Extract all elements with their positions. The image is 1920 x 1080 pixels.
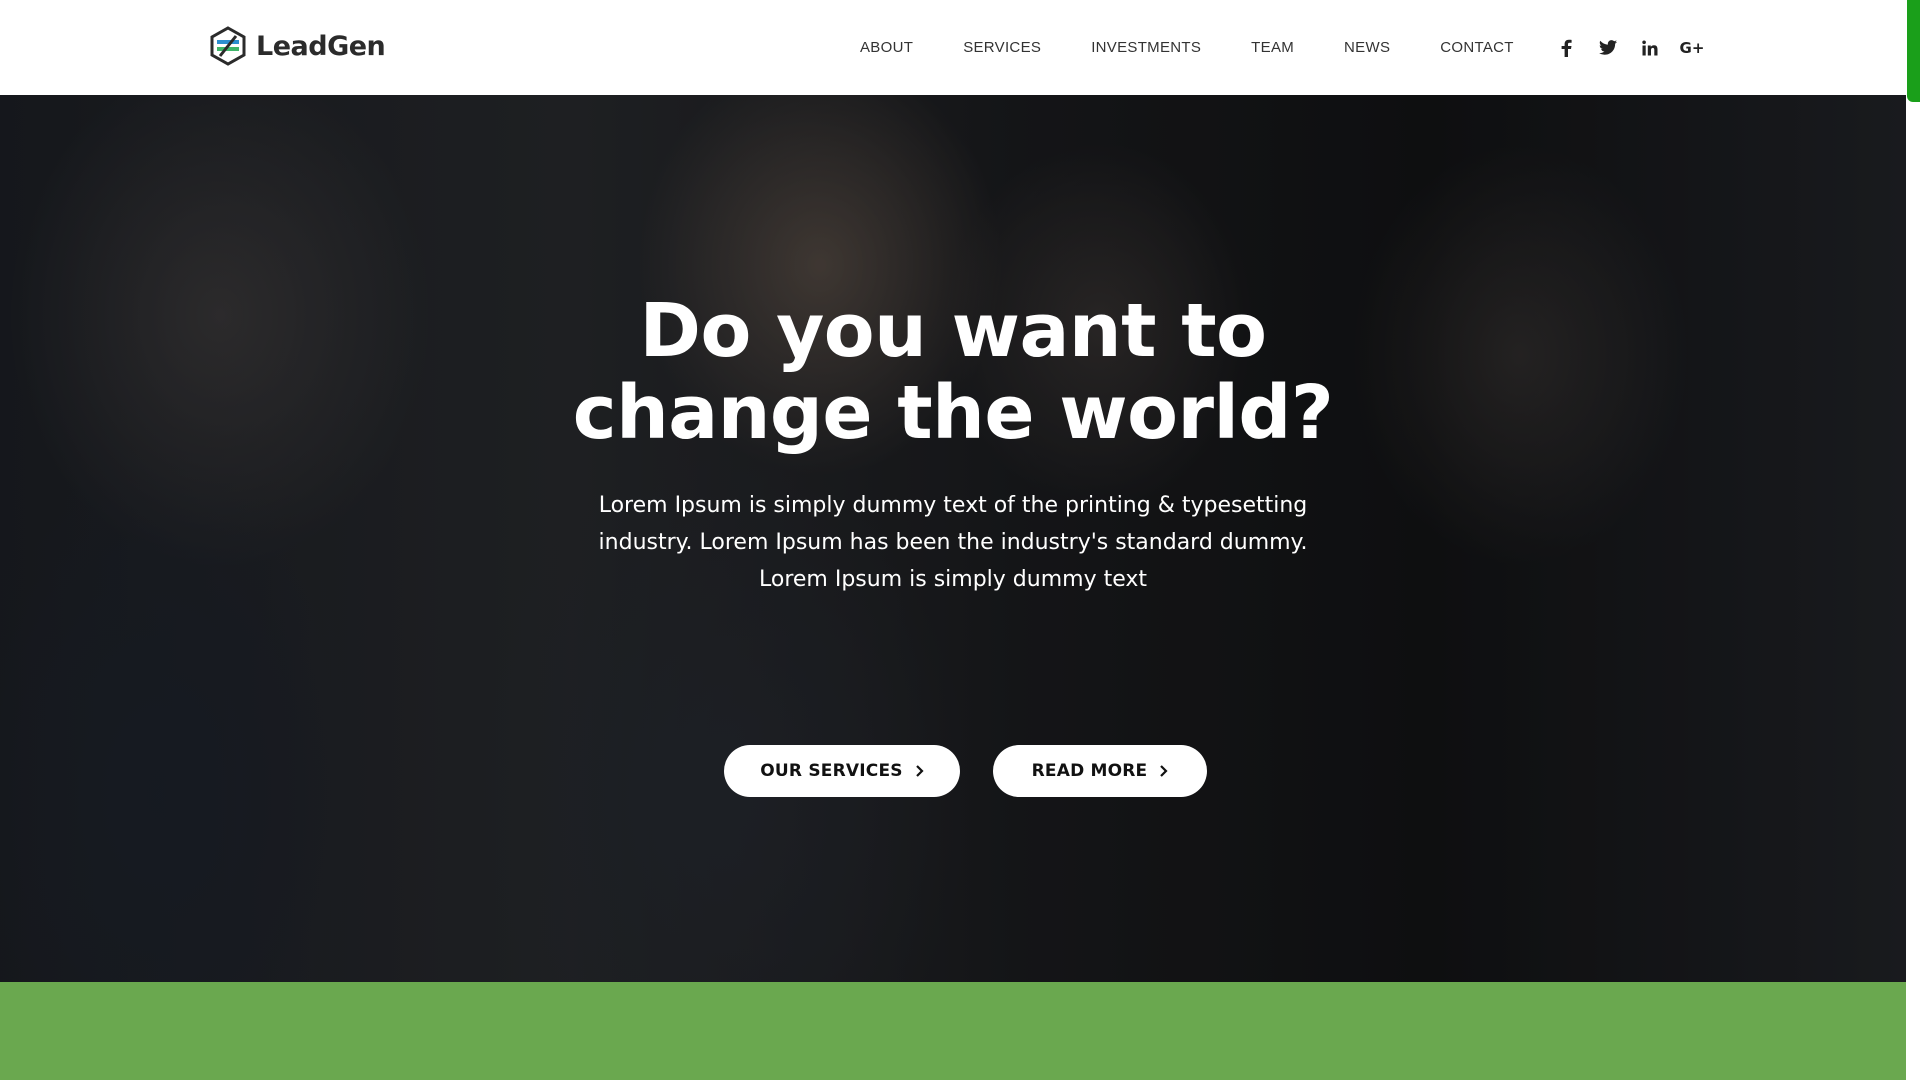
nav-item-investments[interactable]: INVESTMENTS (1091, 39, 1201, 56)
scrollbar-track[interactable] (1906, 0, 1920, 1080)
facebook-icon[interactable] (1545, 33, 1587, 63)
main-nav: ABOUT SERVICES INVESTMENTS TEAM NEWS CON… (860, 0, 1514, 95)
nav-item-about[interactable]: ABOUT (860, 39, 913, 56)
chevron-right-icon (1160, 765, 1168, 777)
read-more-label: READ MORE (1031, 761, 1148, 781)
read-more-button[interactable]: READ MORE (993, 745, 1207, 797)
scrollbar-thumb[interactable] (1907, 0, 1920, 102)
google-plus-icon[interactable]: G+ (1671, 33, 1713, 63)
hexagon-logo-icon (210, 26, 246, 66)
our-services-label: OUR SERVICES (760, 761, 903, 781)
our-services-button[interactable]: OUR SERVICES (724, 745, 960, 797)
green-section-band (0, 982, 1906, 1080)
hero-title-line-2: change the world? (572, 370, 1334, 456)
site-header: LeadGen ABOUT SERVICES INVESTMENTS TEAM … (0, 0, 1906, 95)
linkedin-icon[interactable] (1629, 33, 1671, 63)
hero-title: Do you want to change the world? (0, 290, 1906, 454)
hero-description-line-3: Lorem Ipsum is simply dummy text (759, 567, 1147, 592)
hero-title-line-1: Do you want to (639, 288, 1267, 374)
hero-description: Lorem Ipsum is simply dummy text of the … (590, 487, 1316, 598)
chevron-right-icon (915, 765, 924, 777)
logo[interactable]: LeadGen (208, 24, 386, 68)
twitter-icon[interactable] (1587, 33, 1629, 63)
social-links: G+ (1545, 0, 1713, 95)
nav-item-contact[interactable]: CONTACT (1440, 39, 1513, 56)
hero-section: Do you want to change the world? Lorem I… (0, 95, 1906, 982)
nav-item-services[interactable]: SERVICES (963, 39, 1041, 56)
nav-item-news[interactable]: NEWS (1344, 39, 1390, 56)
logo-text: LeadGen (256, 30, 386, 62)
hero-description-line-1: Lorem Ipsum is simply dummy text of the … (598, 493, 1308, 518)
hero-description-line-2: industry. Lorem Ipsum has been the indus… (598, 530, 1308, 555)
nav-item-team[interactable]: TEAM (1251, 39, 1294, 56)
